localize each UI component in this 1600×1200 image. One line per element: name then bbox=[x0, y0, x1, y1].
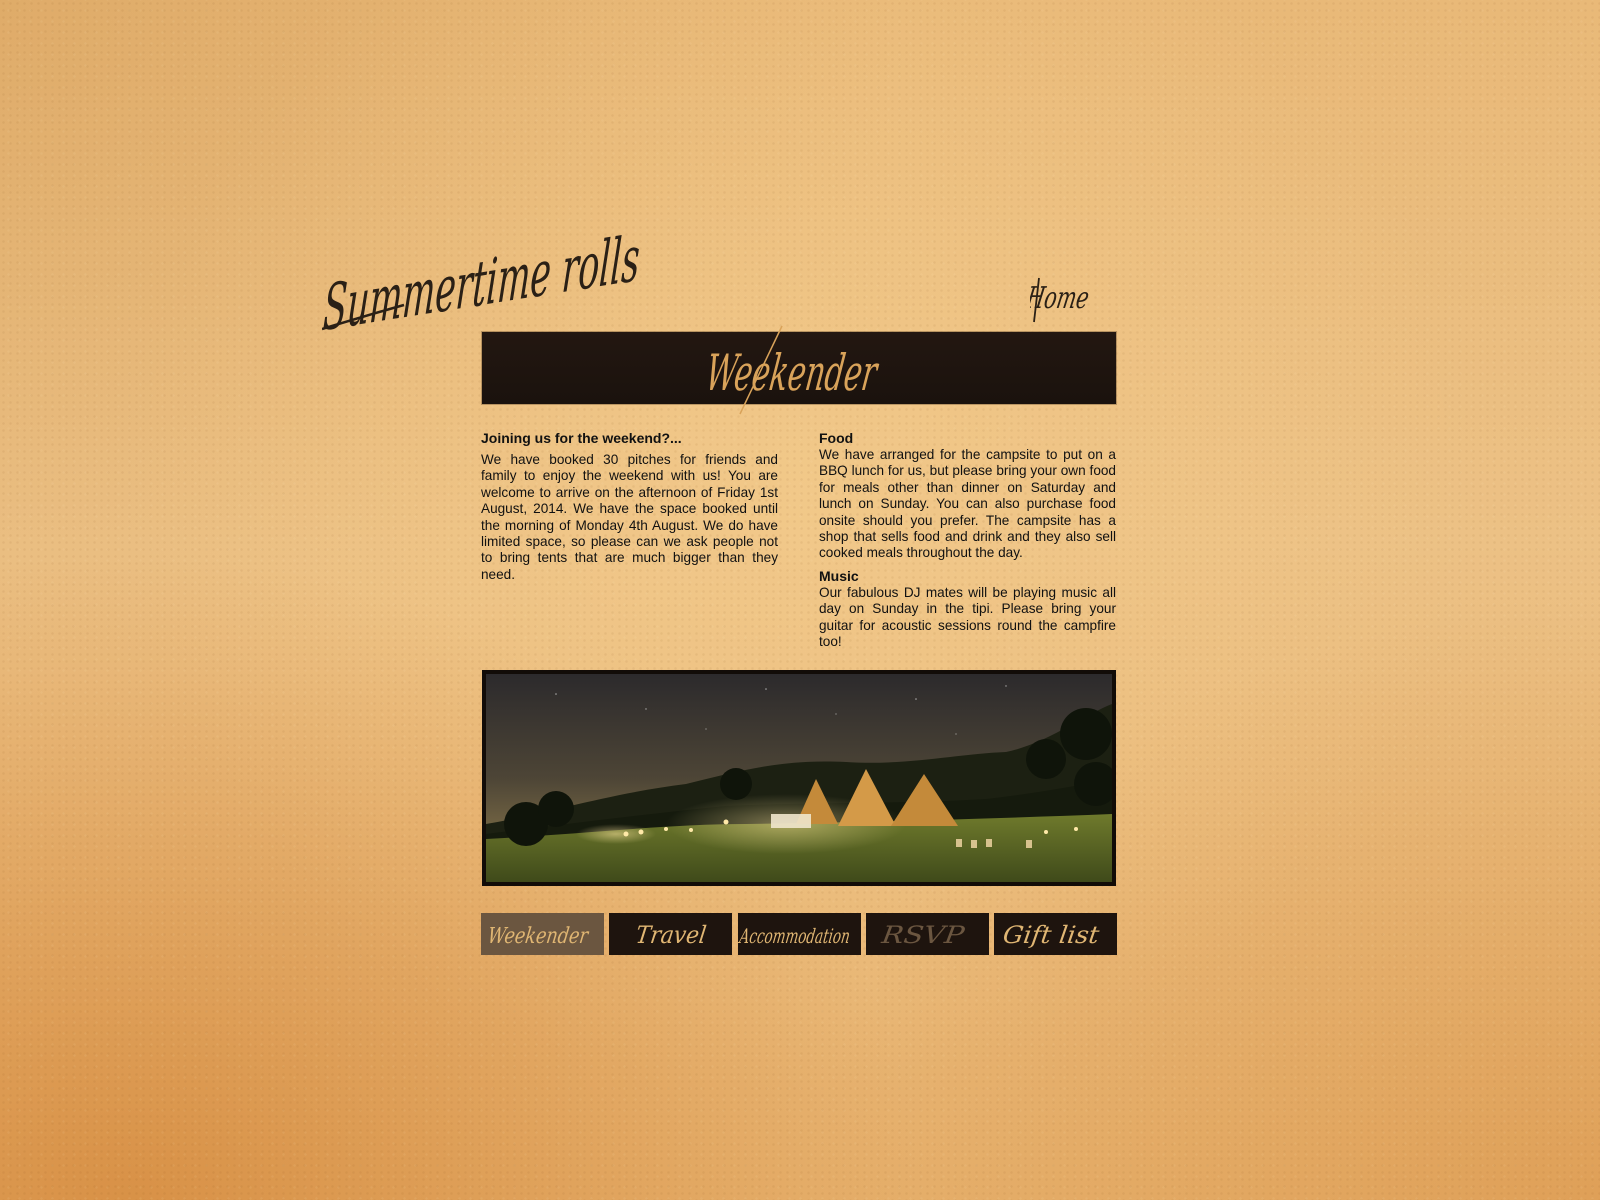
site-title-text: Summertime rolls bbox=[322, 225, 642, 335]
food-body: We have arranged for the campsite to put… bbox=[819, 447, 1116, 561]
campsite-photo bbox=[482, 670, 1116, 886]
nav-tab-gift-list-label: Gift list bbox=[1001, 921, 1101, 949]
food-music-section: Food We have arranged for the campsite t… bbox=[819, 430, 1116, 650]
nav-tab-gift-list[interactable]: Gift list bbox=[994, 913, 1117, 955]
music-heading: Music bbox=[819, 567, 859, 584]
site-title-logo: Summertime rolls bbox=[322, 221, 672, 345]
weekend-heading: Joining us for the weekend?... bbox=[481, 430, 682, 446]
weekend-body: We have booked 30 pitches for friends an… bbox=[481, 452, 778, 582]
nav-tab-rsvp[interactable]: RSVP bbox=[865, 913, 989, 955]
nav-tab-accommodation[interactable]: Accommodation bbox=[737, 913, 861, 955]
nav-tab-travel[interactable]: Travel bbox=[609, 913, 733, 955]
nav-tab-accommodation-label: Accommodation bbox=[738, 924, 852, 948]
main-nav: Weekender Travel Accommodation RSVP Gift… bbox=[481, 913, 1117, 955]
home-link-label: Home bbox=[1030, 281, 1092, 316]
nav-tab-weekender[interactable]: Weekender bbox=[481, 913, 604, 955]
home-link[interactable]: Home bbox=[1023, 268, 1100, 324]
nav-tab-travel-label: Travel bbox=[634, 921, 708, 949]
weekend-info-section: Joining us for the weekend?... We have b… bbox=[481, 430, 778, 583]
nav-tab-rsvp-label: RSVP bbox=[879, 921, 967, 949]
music-body: Our fabulous DJ mates will be playing mu… bbox=[819, 584, 1116, 650]
nav-tab-weekender-label: Weekender bbox=[486, 923, 591, 949]
page-title-banner: Weekender bbox=[482, 325, 1116, 415]
paper-texture bbox=[0, 0, 1600, 1200]
page-title: Weekender bbox=[702, 343, 882, 402]
food-heading: Food bbox=[819, 430, 854, 446]
